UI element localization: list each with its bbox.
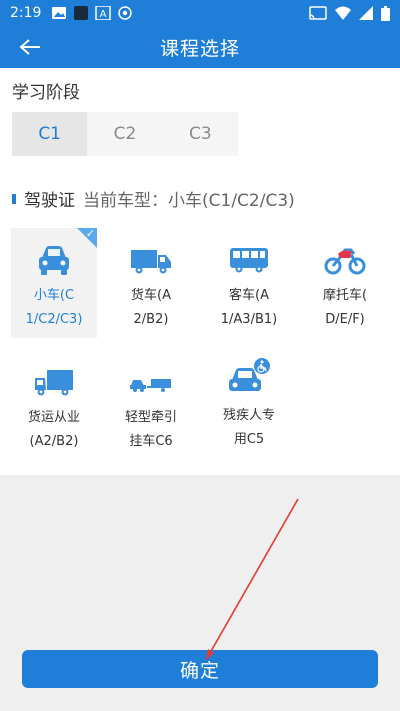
image-icon — [52, 7, 67, 19]
vehicle-bus[interactable]: 客车(A 1/A3/B1) — [206, 228, 292, 338]
vehicle-label: 货运从业 (A2/B2) — [27, 410, 80, 449]
vehicle-car[interactable]: ✓ 小车(C 1/C2/C3) — [11, 228, 97, 338]
section-marker — [12, 193, 16, 204]
battery-icon — [381, 5, 390, 21]
vehicle-label: 残疾人专 用C5 — [222, 408, 275, 447]
stage-title: 学习阶段 — [12, 83, 80, 103]
signal-icon — [359, 6, 373, 20]
status-time: 2:19 — [10, 5, 42, 21]
shield-icon — [118, 6, 133, 20]
back-button[interactable] — [12, 32, 48, 62]
trailer-icon — [130, 379, 171, 392]
vehicle-label: 摩托车(D/E/F) — [322, 288, 368, 327]
square-icon — [74, 6, 89, 20]
vehicle-label: 客车(A 1/A3/B1) — [220, 288, 278, 327]
vehicle-motorcycle[interactable]: 摩托车(D/E/F) — [302, 228, 388, 338]
page-title: 课程选择 — [159, 37, 240, 60]
vehicle-truck[interactable]: 货车(A 2/B2) — [108, 228, 194, 338]
wifi-icon — [335, 6, 351, 20]
vehicle-accessible[interactable]: 残疾人专 用C5 — [206, 354, 292, 464]
checkmark-icon: ✓ — [85, 227, 95, 240]
status-bar: 2:19 A — [0, 0, 400, 26]
vehicle-label: 货车(A 2/B2) — [131, 288, 171, 327]
tab-c2[interactable]: C2 — [87, 112, 162, 156]
cargo-truck-icon — [35, 370, 73, 396]
vehicle-trailer[interactable]: 轻型牵引 挂车C6 — [108, 354, 194, 464]
accessible-car-icon — [229, 358, 270, 391]
cast-icon — [309, 6, 327, 20]
car-icon — [39, 246, 69, 275]
truck-icon — [131, 250, 171, 274]
stage-tabs: C1 C2 C3 — [12, 112, 238, 156]
vehicle-label: 小车(C 1/C2/C3) — [25, 288, 83, 327]
current-vehicle-type: 当前车型：小车(C1/C2/C3) — [83, 191, 295, 211]
status-right-icons — [309, 5, 390, 21]
motorcycle-icon — [324, 248, 366, 275]
license-row: 驾驶证 当前车型：小车(C1/C2/C3) — [12, 186, 295, 211]
bus-icon — [230, 248, 268, 273]
vehicle-label: 轻型牵引 挂车C6 — [124, 410, 177, 449]
a-box-icon: A — [95, 6, 112, 20]
arrow-left-icon — [19, 39, 40, 55]
course-content: 学习阶段 C1 C2 C3 驾驶证 当前车型：小车(C1/C2/C3) ✓ 小车… — [0, 68, 400, 475]
svg-text:A: A — [100, 9, 107, 20]
app-bar: 课程选择 — [0, 26, 400, 68]
status-left-icons: A — [51, 6, 133, 20]
license-title: 驾驶证 — [24, 191, 75, 211]
tab-c3[interactable]: C3 — [163, 112, 238, 156]
vehicle-cargo[interactable]: 货运从业 (A2/B2) — [11, 354, 97, 464]
tab-c1[interactable]: C1 — [12, 112, 88, 156]
confirm-button[interactable]: 确定 — [22, 650, 378, 688]
